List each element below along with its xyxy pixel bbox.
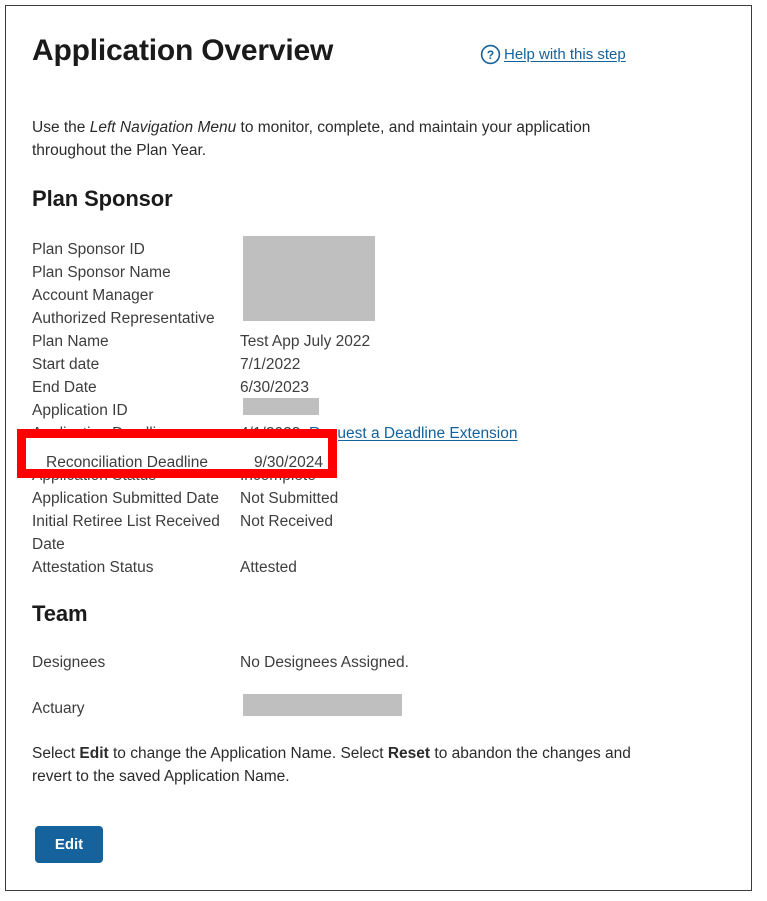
row-value: 7/1/2022 [240,356,301,373]
table-row: Initial Retiree List Received Date Not R… [32,510,732,556]
question-mark-circle-icon: ? [480,44,501,65]
row-label: Account Manager [32,287,154,304]
row-label: End Date [32,379,97,396]
svg-text:?: ? [487,48,494,62]
edit-button[interactable]: Edit [35,826,103,863]
reconciliation-deadline-highlight: Reconciliation Deadline 9/30/2024 [17,429,337,478]
redacted-actuary [243,694,402,716]
request-deadline-extension-link[interactable]: Request a Deadline Extension [309,425,518,442]
row-label: Actuary [32,700,85,717]
row-label: Authorized Representative [32,310,215,327]
redacted-application-id [243,398,319,415]
note-bold-reset: Reset [387,745,431,762]
section-heading-plan-sponsor: Plan Sponsor [32,186,173,211]
application-overview-panel: Application Overview ? Help with this st… [5,5,752,891]
section-heading-team: Team [32,601,88,626]
table-row: Plan Sponsor ID [32,238,732,262]
row-value: Not Submitted [240,490,339,507]
table-row: Account Manager [32,284,732,308]
row-label: Application Submitted Date [32,490,219,507]
intro-prefix: Use the [32,119,90,136]
note-bold-edit: Edit [79,745,109,762]
row-label: Plan Sponsor Name [32,264,171,281]
table-row: Attestation Status Attested [32,556,732,580]
row-value: Not Received [240,513,334,530]
row-label: Plan Sponsor ID [32,241,145,258]
row-label: Application ID [32,402,128,419]
row-label: Attestation Status [32,559,154,576]
table-row: Application ID [32,399,732,423]
row-value: 6/30/2023 [240,379,309,396]
row-value: Attested [240,559,297,576]
intro-emphasis: Left Navigation Menu [89,119,237,136]
row-label: Reconciliation Deadline [46,454,208,471]
row-value: 9/30/2024 [254,454,323,471]
redacted-sponsor-details [243,236,375,321]
help-with-this-step-link[interactable]: ? Help with this step [480,44,626,65]
table-row: Plan Sponsor Name [32,261,732,285]
panel-content: Application Overview ? Help with this st… [6,6,751,890]
table-row: Start date 7/1/2022 [32,353,732,377]
row-label: Plan Name [32,333,109,350]
row-value: No Designees Assigned. [240,654,409,671]
row-label: Initial Retiree List Received Date [32,513,220,553]
note-part-1: Select [32,745,80,762]
table-row: Designees No Designees Assigned. [32,651,732,675]
edit-instructions: Select Edit to change the Application Na… [32,742,632,788]
row-label: Start date [32,356,100,373]
table-row: Authorized Representative [32,307,732,331]
row-value: Test App July 2022 [240,333,371,350]
row-label: Designees [32,654,106,671]
table-row: Plan Name Test App July 2022 [32,330,732,354]
intro-paragraph: Use the Left Navigation Menu to monitor,… [32,116,637,162]
table-row: Reconciliation Deadline 9/30/2024 [46,452,346,474]
help-link-label: Help with this step [504,46,626,63]
table-row: Application Submitted Date Not Submitted [32,487,732,511]
page-title: Application Overview [32,34,334,67]
note-part-2: to change the Application Name. Select [108,745,388,762]
table-row: End Date 6/30/2023 [32,376,732,400]
